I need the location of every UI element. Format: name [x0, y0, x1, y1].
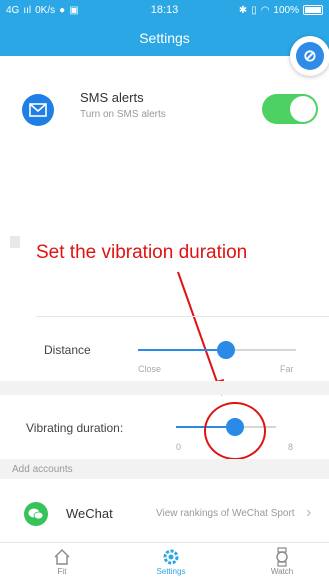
- distance-label: Distance: [44, 343, 91, 357]
- vibrating-duration-label: Vibrating duration:: [26, 421, 124, 435]
- distance-slider-thumb[interactable]: [217, 341, 236, 359]
- chevron-right-icon: ›: [306, 504, 312, 521]
- vibration-min-label: 0: [176, 442, 182, 452]
- add-accounts-label: Add accounts: [12, 463, 73, 475]
- add-accounts-header: Add accounts: [0, 459, 329, 479]
- wechat-row[interactable]: WeChat View rankings of WeChat Sport ›: [0, 494, 329, 534]
- home-icon: [32, 547, 92, 567]
- distance-min-label: Close: [138, 364, 162, 374]
- wechat-name: WeChat: [66, 506, 113, 521]
- wechat-rankings-link[interactable]: View rankings of WeChat Sport: [156, 508, 295, 519]
- tab-watch[interactable]: Watch: [252, 547, 312, 576]
- annotation-circle: [204, 402, 266, 460]
- vibration-max-label: 8: [288, 442, 294, 452]
- bottom-nav: Fit Settings Watch: [0, 542, 329, 583]
- tab-settings-label: Settings: [156, 567, 186, 576]
- tab-fit-label: Fit: [57, 567, 67, 576]
- tab-fit[interactable]: Fit: [32, 547, 92, 576]
- tab-settings[interactable]: Settings: [141, 547, 201, 576]
- gear-icon: [141, 547, 201, 567]
- distance-max-label: Far: [280, 364, 294, 374]
- distance-slider-fill: [138, 349, 227, 351]
- section-separator: [0, 381, 329, 395]
- watch-icon: [252, 547, 312, 567]
- tab-watch-label: Watch: [270, 567, 294, 576]
- divider: [36, 316, 329, 317]
- wechat-icon: [24, 502, 48, 526]
